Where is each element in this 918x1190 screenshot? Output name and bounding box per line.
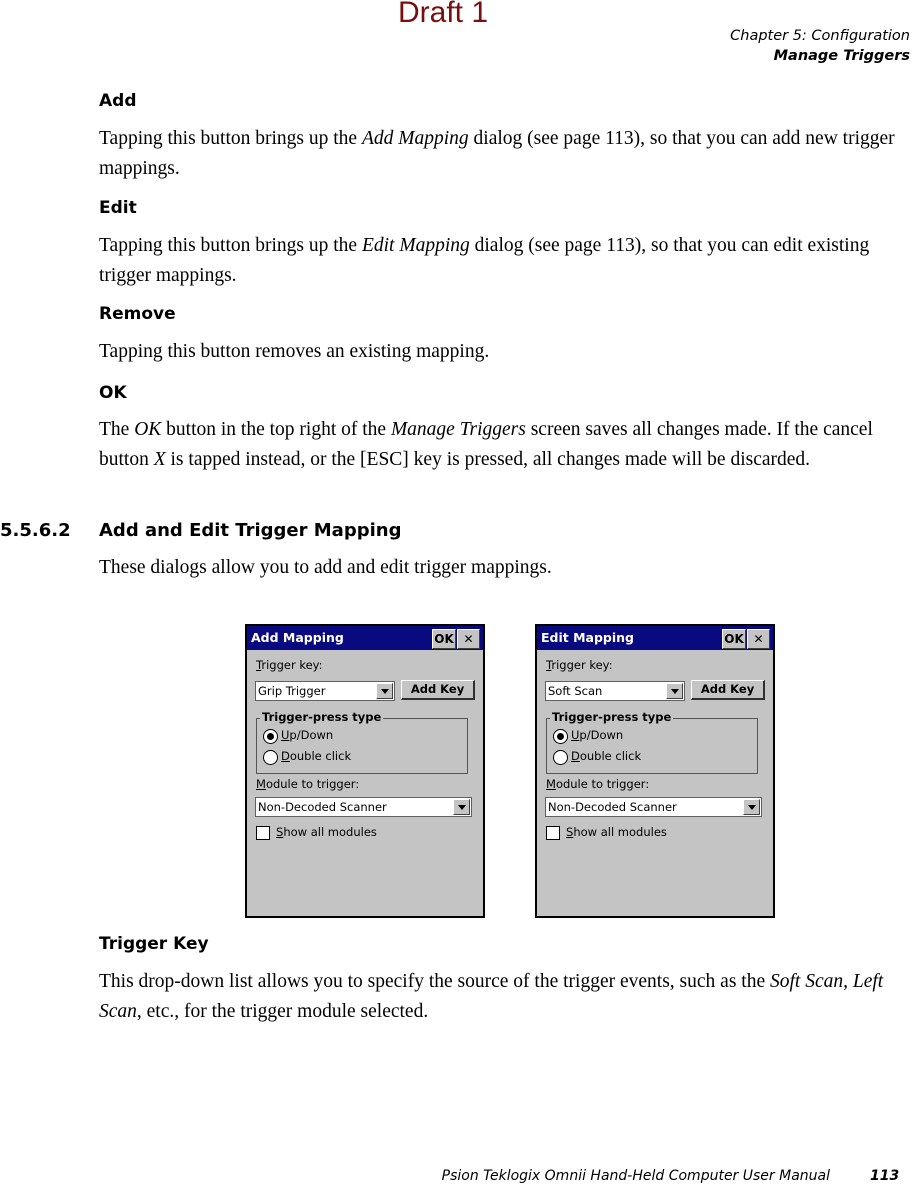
paragraph-remove: Tapping this button removes an existing … bbox=[99, 341, 490, 362]
subsection-title: Add and Edit Trigger Mapping bbox=[99, 520, 402, 541]
subsection-heading: 5.5.6.2 Add and Edit Trigger Mapping bbox=[0, 520, 401, 541]
close-icon[interactable]: ✕ bbox=[457, 629, 480, 649]
add-mapping-dialog: Add Mapping OK ✕ Trigger key: Grip Trigg… bbox=[245, 624, 485, 918]
show-all-modules-checkbox[interactable] bbox=[256, 826, 270, 840]
close-icon[interactable]: ✕ bbox=[747, 629, 770, 649]
add-key-button[interactable]: Add Key bbox=[401, 680, 475, 700]
paragraph-trigger-key: This drop-down list allows you to specif… bbox=[99, 971, 884, 1022]
dialog-titlebar: Edit Mapping OK ✕ bbox=[537, 626, 773, 650]
page-number: 113 bbox=[870, 1168, 900, 1184]
ok-button[interactable]: OK bbox=[722, 629, 746, 649]
radio-double-click-label[interactable]: Double click bbox=[281, 749, 351, 763]
ok-button[interactable]: OK bbox=[432, 629, 456, 649]
show-all-modules-label[interactable]: Show all modules bbox=[276, 825, 377, 839]
draft-watermark: Draft 1 bbox=[398, 0, 489, 29]
section-title: Manage Triggers bbox=[773, 48, 910, 64]
subsection-intro: These dialogs allow you to add and edit … bbox=[99, 557, 552, 578]
radio-double-click[interactable] bbox=[553, 750, 568, 765]
module-dropdown[interactable]: Non-Decoded Scanner bbox=[545, 797, 762, 817]
radio-double-click-label[interactable]: Double click bbox=[571, 749, 641, 763]
trigger-key-label: Trigger key: bbox=[546, 658, 613, 672]
heading-ok: OK bbox=[99, 383, 127, 403]
module-label: Module to trigger: bbox=[546, 777, 650, 791]
show-all-modules-checkbox[interactable] bbox=[546, 826, 560, 840]
heading-trigger-key: Trigger Key bbox=[99, 934, 209, 954]
chevron-down-icon[interactable] bbox=[376, 683, 393, 699]
paragraph-ok: The OK button in the top right of the Ma… bbox=[99, 419, 873, 470]
group-title: Trigger-press type bbox=[550, 710, 674, 724]
running-header: Chapter 5: Configuration Manage Triggers bbox=[730, 26, 910, 66]
trigger-key-dropdown[interactable]: Grip Trigger bbox=[255, 681, 395, 701]
radio-double-click[interactable] bbox=[263, 750, 278, 765]
trigger-key-dropdown[interactable]: Soft Scan bbox=[545, 681, 685, 701]
paragraph-add: Tapping this button brings up the Add Ma… bbox=[99, 128, 895, 179]
chevron-down-icon[interactable] bbox=[666, 683, 683, 699]
show-all-modules-label[interactable]: Show all modules bbox=[566, 825, 667, 839]
dialog-titlebar: Add Mapping OK ✕ bbox=[247, 626, 483, 650]
module-label: Module to trigger: bbox=[256, 777, 360, 791]
chapter-title: Chapter 5: Configuration bbox=[730, 28, 910, 44]
edit-mapping-dialog: Edit Mapping OK ✕ Trigger key: Soft Scan… bbox=[535, 624, 775, 918]
group-title: Trigger-press type bbox=[260, 710, 384, 724]
heading-remove: Remove bbox=[99, 304, 176, 324]
radio-up-down[interactable] bbox=[263, 729, 278, 744]
radio-up-down-label[interactable]: Up/Down bbox=[571, 728, 623, 742]
chevron-down-icon[interactable] bbox=[453, 799, 470, 815]
footer-manual-title: Psion Teklogix Omnii Hand-Held Computer … bbox=[441, 1168, 830, 1184]
trigger-press-type-group: Trigger-press type Up/Down Double click bbox=[546, 710, 758, 774]
radio-up-down-label[interactable]: Up/Down bbox=[281, 728, 333, 742]
subsection-number: 5.5.6.2 bbox=[0, 520, 71, 541]
radio-up-down[interactable] bbox=[553, 729, 568, 744]
heading-edit: Edit bbox=[99, 198, 137, 218]
dialog-title: Edit Mapping bbox=[541, 630, 634, 645]
dialog-title: Add Mapping bbox=[251, 630, 344, 645]
chevron-down-icon[interactable] bbox=[743, 799, 760, 815]
add-key-button[interactable]: Add Key bbox=[691, 680, 765, 700]
heading-add: Add bbox=[99, 91, 137, 111]
trigger-key-label: Trigger key: bbox=[256, 658, 323, 672]
trigger-press-type-group: Trigger-press type Up/Down Double click bbox=[256, 710, 468, 774]
module-dropdown[interactable]: Non-Decoded Scanner bbox=[255, 797, 472, 817]
paragraph-edit: Tapping this button brings up the Edit M… bbox=[99, 235, 870, 286]
